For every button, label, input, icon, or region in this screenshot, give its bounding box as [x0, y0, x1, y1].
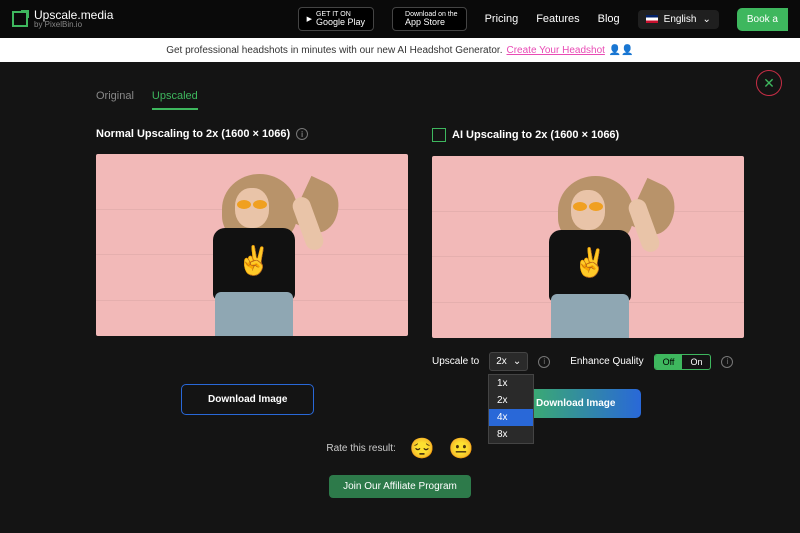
rating-meh[interactable]: 😐: [449, 436, 474, 461]
panel-title-right: AI Upscaling to 2x (1600 × 1066): [432, 128, 744, 142]
toggle-off: Off: [655, 355, 683, 369]
rating-label: Rate this result:: [326, 443, 395, 454]
normal-upscale-panel: Normal Upscaling to 2x (1600 × 1066) i ✌…: [96, 128, 408, 418]
book-button[interactable]: Book a: [737, 8, 788, 31]
brand-logo[interactable]: Upscale.media by PixelBin.io: [12, 9, 113, 29]
logo-subtitle: by PixelBin.io: [34, 21, 113, 29]
close-icon: ✕: [763, 75, 775, 92]
banner-link[interactable]: Create Your Headshot: [507, 45, 605, 56]
store-bottom: App Store: [405, 18, 458, 27]
enhance-label: Enhance Quality: [570, 356, 643, 367]
close-button[interactable]: ✕: [756, 70, 782, 96]
toggle-on: On: [682, 355, 710, 369]
enhance-quality-toggle[interactable]: Off On: [654, 354, 712, 370]
option-1x[interactable]: 1x: [489, 375, 533, 392]
promo-banner: Get professional headshots in minutes wi…: [0, 38, 800, 62]
upscale-factor-select[interactable]: 2x ⌄: [489, 352, 528, 371]
ai-upscale-panel: AI Upscaling to 2x (1600 × 1066) ✌ Upsca…: [432, 128, 744, 418]
affiliate-button[interactable]: Join Our Affiliate Program: [329, 475, 471, 498]
nav-features[interactable]: Features: [536, 13, 579, 25]
lang-label: English: [664, 14, 697, 25]
store-bottom: Google Play: [316, 18, 365, 27]
tab-upscaled[interactable]: Upscaled: [152, 90, 198, 110]
preview-right: ✌: [432, 156, 744, 338]
info-icon[interactable]: i: [721, 356, 733, 368]
upscale-dropdown: 1x 2x 4x 8x: [488, 374, 534, 444]
upscale-controls: Upscale to 2x ⌄ i Enhance Quality Off On…: [432, 352, 744, 371]
tab-original[interactable]: Original: [96, 90, 134, 110]
info-icon[interactable]: i: [538, 356, 550, 368]
chevron-down-icon: ⌄: [702, 14, 710, 25]
ai-logo-icon: [432, 128, 446, 142]
option-2x[interactable]: 2x: [489, 392, 533, 409]
upscale-to-label: Upscale to: [432, 356, 479, 367]
google-play-badge[interactable]: ▶ GET IT ON Google Play: [298, 7, 374, 31]
rating-row: Rate this result: 😔 😐: [0, 436, 800, 461]
title-text: AI Upscaling to 2x (1600 × 1066): [452, 129, 619, 141]
select-value: 2x: [496, 356, 507, 367]
title-text: Normal Upscaling to 2x (1600 × 1066): [96, 128, 290, 140]
comparison-panels: Normal Upscaling to 2x (1600 × 1066) i ✌…: [0, 110, 800, 418]
language-selector[interactable]: English ⌄: [638, 10, 719, 29]
banner-text: Get professional headshots in minutes wi…: [166, 45, 502, 56]
nav-pricing[interactable]: Pricing: [485, 13, 519, 25]
nav-blog[interactable]: Blog: [598, 13, 620, 25]
top-header: Upscale.media by PixelBin.io ▶ GET IT ON…: [0, 0, 800, 38]
headshot-icons: 👤👤: [609, 45, 634, 56]
app-store-badge[interactable]: Download on the App Store: [392, 7, 467, 31]
option-8x[interactable]: 8x: [489, 426, 533, 443]
rating-bad[interactable]: 😔: [410, 436, 435, 461]
preview-left: ✌: [96, 154, 408, 336]
download-normal-button[interactable]: Download Image: [181, 384, 314, 415]
result-tabs: Original Upscaled: [96, 90, 800, 110]
panel-title-left: Normal Upscaling to 2x (1600 × 1066) i: [96, 128, 408, 140]
option-4x[interactable]: 4x: [489, 409, 533, 426]
upscale-logo-icon: [12, 11, 28, 27]
info-icon[interactable]: i: [296, 128, 308, 140]
play-icon: ▶: [307, 16, 312, 23]
chevron-down-icon: ⌄: [513, 356, 521, 367]
uk-flag-icon: [646, 15, 658, 23]
